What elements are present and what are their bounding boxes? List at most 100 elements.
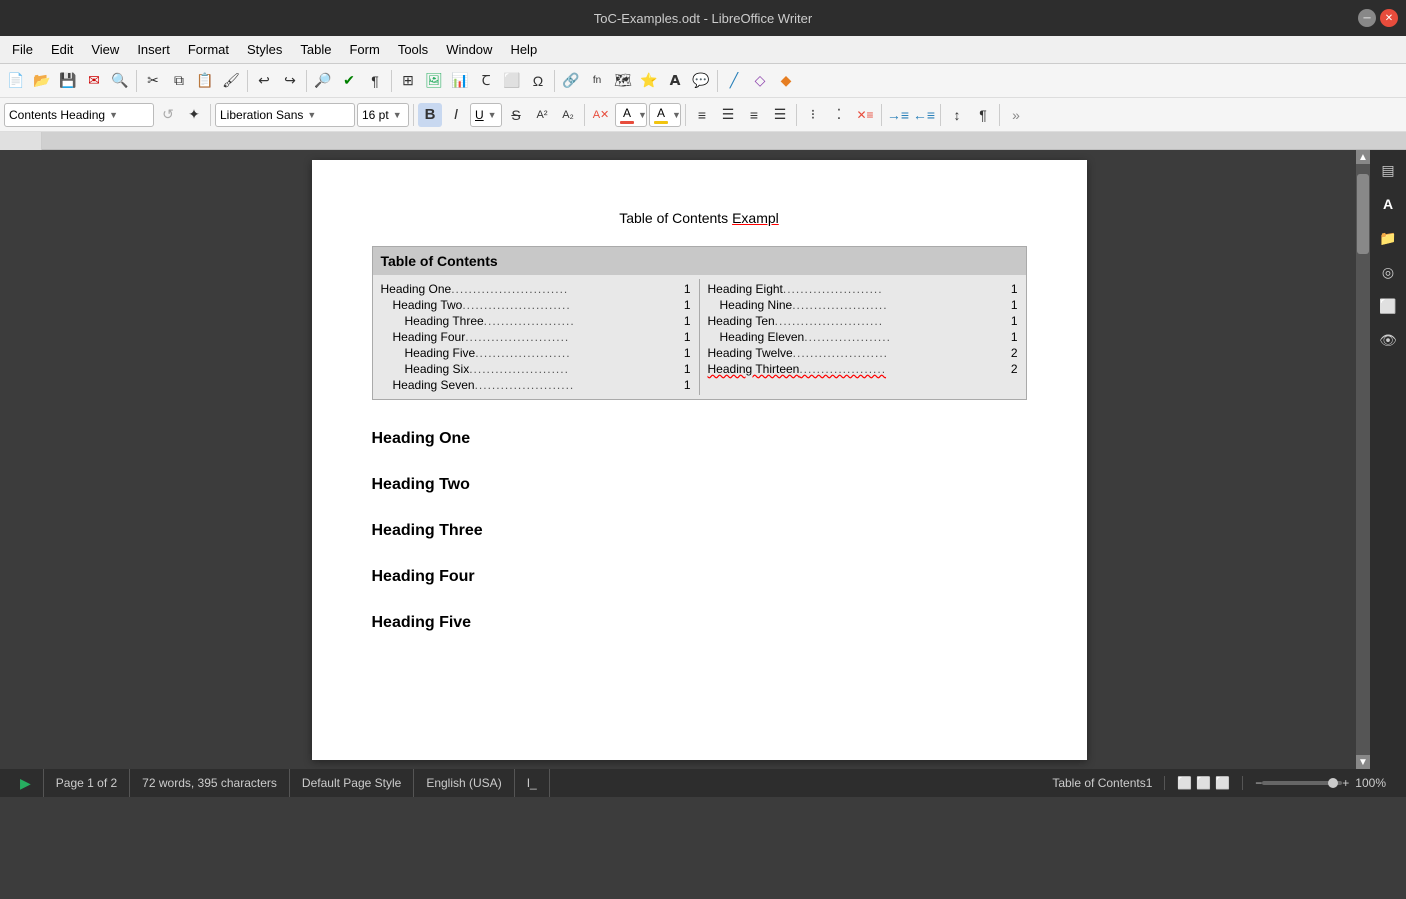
menu-item-tools[interactable]: Tools <box>390 39 436 60</box>
save-button[interactable]: 💾 <box>56 69 80 93</box>
paragraph-button[interactable]: ¶ <box>971 103 995 127</box>
italic-button[interactable]: I <box>444 103 468 127</box>
underline-dropdown[interactable]: U ▼ <box>470 103 502 127</box>
zoom-section[interactable]: − + 100% <box>1243 776 1398 790</box>
scroll-thumb[interactable] <box>1357 174 1369 254</box>
align-right-button[interactable]: ≡ <box>742 103 766 127</box>
menu-item-window[interactable]: Window <box>438 39 500 60</box>
list-unordered-button[interactable]: ⁝ <box>801 103 825 127</box>
menu-item-format[interactable]: Format <box>180 39 237 60</box>
sep4 <box>391 70 392 92</box>
update-style-button[interactable]: ↺ <box>156 103 180 127</box>
cut-button[interactable]: ✂ <box>141 69 165 93</box>
toc-left-entry: Heading Six.......................1 <box>381 361 691 377</box>
align-center-button[interactable]: ☰ <box>716 103 740 127</box>
sidebar-eye-icon[interactable]: 👁 <box>1374 326 1402 354</box>
menu-item-styles[interactable]: Styles <box>239 39 290 60</box>
paste-button[interactable]: 📋 <box>193 69 217 93</box>
find-button[interactable]: 🔎 <box>311 69 335 93</box>
menu-item-table[interactable]: Table <box>292 39 339 60</box>
zoom-thumb[interactable] <box>1328 778 1338 788</box>
view-normal-icon[interactable]: ⬜ <box>1177 776 1192 790</box>
footnote-button[interactable]: fn <box>585 69 609 93</box>
scroll-down-button[interactable]: ▼ <box>1356 755 1370 769</box>
language-section[interactable]: English (USA) <box>414 769 514 797</box>
image-button[interactable]: 🖼 <box>422 69 446 93</box>
more-button[interactable]: ◆ <box>774 69 798 93</box>
size-dropdown[interactable]: 16 pt ▼ <box>357 103 409 127</box>
toc-left-entry: Heading Seven.......................1 <box>381 377 691 393</box>
sidebar-properties-icon[interactable]: ▤ <box>1374 156 1402 184</box>
subscript-button[interactable]: A₂ <box>556 103 580 127</box>
minimize-button[interactable]: ─ <box>1358 9 1376 27</box>
highlight-dropdown[interactable]: A ▼ <box>649 103 681 127</box>
menu-item-help[interactable]: Help <box>502 39 545 60</box>
menu-item-edit[interactable]: Edit <box>43 39 81 60</box>
redo-button[interactable]: ↪ <box>278 69 302 93</box>
view-outline-icon[interactable]: ⬜ <box>1215 776 1230 790</box>
copy-button[interactable]: ⧉ <box>167 69 191 93</box>
font-color-dropdown[interactable]: A ▼ <box>615 103 647 127</box>
menu-item-insert[interactable]: Insert <box>129 39 178 60</box>
zoom-in-icon[interactable]: + <box>1342 776 1349 790</box>
document-scroll[interactable]: Table of Contents Exampl Table of Conten… <box>42 150 1356 769</box>
chart-button[interactable]: 📊 <box>448 69 472 93</box>
open-button[interactable]: 📂 <box>30 69 54 93</box>
undo-button[interactable]: ↩ <box>252 69 276 93</box>
toc-right-entry: Heading Eleven....................1 <box>708 329 1018 345</box>
navigator-button[interactable]: 🗺 <box>611 69 635 93</box>
page-style-section[interactable]: Default Page Style <box>290 769 414 797</box>
print-preview-button[interactable]: 🔍 <box>108 69 132 93</box>
sidebar-styles-icon[interactable]: A <box>1374 190 1402 218</box>
menu-item-form[interactable]: Form <box>341 39 387 60</box>
sidebar-navigator-icon[interactable]: ◎ <box>1374 258 1402 286</box>
view-web-icon[interactable]: ⬜ <box>1196 776 1211 790</box>
line-draw-button[interactable]: ╱ <box>722 69 746 93</box>
shapes-button[interactable]: ◇ <box>748 69 772 93</box>
table-button[interactable]: ⊞ <box>396 69 420 93</box>
word-count-section[interactable]: 72 words, 395 characters <box>130 769 290 797</box>
styles-designer-button[interactable]: 𝗔 <box>663 69 687 93</box>
list-off-button[interactable]: ✕≡ <box>853 103 877 127</box>
spellcheck-button[interactable]: ✔ <box>337 69 361 93</box>
new-button[interactable]: 📄 <box>4 69 28 93</box>
superscript-button[interactable]: A² <box>530 103 554 127</box>
note-button[interactable]: 💬 <box>689 69 713 93</box>
scroll-up-button[interactable]: ▲ <box>1356 150 1370 164</box>
special-chars-button[interactable]: Ω <box>526 69 550 93</box>
list-ordered-button[interactable]: ⁚ <box>827 103 851 127</box>
more-format-button[interactable]: » <box>1004 103 1028 127</box>
zoom-bar[interactable] <box>1262 781 1342 785</box>
vertical-scrollbar[interactable]: ▲ ▼ <box>1356 150 1370 769</box>
gallery-button[interactable]: ⭐ <box>637 69 661 93</box>
decrease-indent-button[interactable]: ←≡ <box>912 103 936 127</box>
toc-left-col: Heading One...........................1H… <box>373 279 699 395</box>
sidebar-gallery-icon[interactable]: 📁 <box>1374 224 1402 252</box>
font-dropdown[interactable]: Liberation Sans ▼ <box>215 103 355 127</box>
size-value: 16 pt <box>362 108 389 122</box>
format-paintbrush-button[interactable]: 🖌 <box>219 69 243 93</box>
align-left-button[interactable]: ≡ <box>690 103 714 127</box>
scroll-track[interactable] <box>1356 164 1370 755</box>
page-info-section[interactable]: Page 1 of 2 <box>44 769 130 797</box>
autopilot-button[interactable]: ¶ <box>363 69 387 93</box>
menu-item-file[interactable]: File <box>4 39 41 60</box>
strikethrough-button[interactable]: S <box>504 103 528 127</box>
textbox-button[interactable]: ⬜ <box>500 69 524 93</box>
email-button[interactable]: ✉ <box>82 69 106 93</box>
sidebar-functions-icon[interactable]: ⬜ <box>1374 292 1402 320</box>
menu-item-view[interactable]: View <box>83 39 127 60</box>
increase-indent-button[interactable]: →≡ <box>886 103 910 127</box>
left-margin <box>0 150 42 769</box>
line-spacing-button[interactable]: ↕ <box>945 103 969 127</box>
zoom-out-icon[interactable]: − <box>1255 776 1262 790</box>
field-button[interactable]: Ꞇ <box>474 69 498 93</box>
close-button[interactable]: ✕ <box>1380 9 1398 27</box>
bold-button[interactable]: B <box>418 103 442 127</box>
toc-left-entry: Heading Two.........................1 <box>381 297 691 313</box>
style-dropdown[interactable]: Contents Heading ▼ <box>4 103 154 127</box>
new-style-button[interactable]: ✦ <box>182 103 206 127</box>
justify-button[interactable]: ☰ <box>768 103 792 127</box>
hyperlink-button[interactable]: 🔗 <box>559 69 583 93</box>
clear-format-button[interactable]: A✕ <box>589 103 613 127</box>
